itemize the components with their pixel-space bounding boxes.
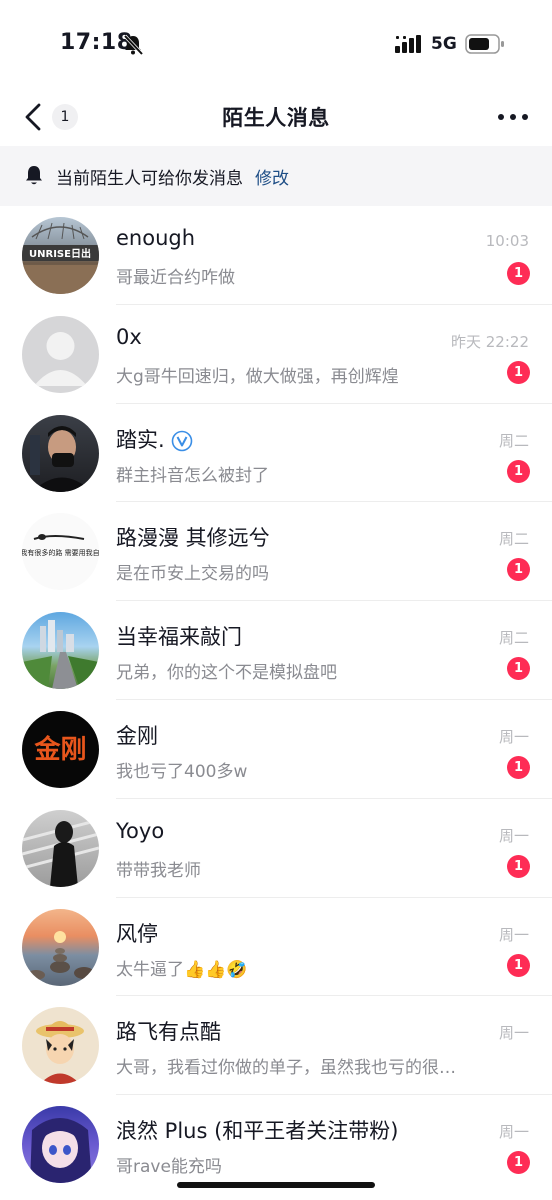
avatar: 金刚 xyxy=(22,710,99,788)
message-preview: 群主抖音怎么被封了 xyxy=(116,465,269,486)
contact-name: 金刚 xyxy=(116,723,158,748)
avatar xyxy=(22,315,99,393)
contact-name: 踏实. xyxy=(116,424,193,454)
avatar-image xyxy=(30,1118,92,1184)
more-options-icon[interactable] xyxy=(496,104,530,130)
contact-name: 0x xyxy=(116,324,142,349)
message-time: 周一 xyxy=(498,1123,529,1142)
contact-name: enough xyxy=(116,226,196,250)
message-row[interactable]: 0x 昨天 22:22 大g哥牛回速归，做大做强，再创辉煌 1 xyxy=(0,305,552,404)
default-avatar-icon xyxy=(34,331,87,386)
message-time: 周一 xyxy=(498,826,529,845)
message-preview: 大g哥牛回速归，做大做强，再创辉煌 xyxy=(116,366,399,387)
avatar-sign-text: UNRISE日出 xyxy=(29,247,91,260)
message-preview: 大哥，我看过你做的单子，虽然我也亏的很… xyxy=(116,1058,456,1079)
unread-badge: 1 xyxy=(507,558,530,582)
message-row[interactable]: 踏实. 周二 群主抖音怎么被封了 1 xyxy=(0,404,552,503)
unread-badge: 1 xyxy=(507,755,530,779)
avatar-image xyxy=(22,620,99,690)
avatar xyxy=(22,908,99,986)
contact-name-text: 踏实. xyxy=(116,427,165,452)
message-row[interactable]: 还生说我有很多的路 需要用我自己的话 路漫漫 其修远兮 周二 是在币安上交易的吗… xyxy=(0,502,552,602)
contact-name: 当幸福来敲门 xyxy=(116,625,242,650)
message-time: 周二 xyxy=(498,530,529,549)
bell-off-icon xyxy=(123,34,144,56)
avatar-caption: 还生说我有很多的路 需要用我自己的话 xyxy=(22,548,99,557)
unread-badge: 1 xyxy=(507,854,530,878)
message-preview: 是在币安上交易的吗 xyxy=(116,564,269,585)
signal-icon xyxy=(395,35,421,53)
message-row[interactable]: 当幸福来敲门 周二 兄弟，你的这个不是模拟盘吧 1 xyxy=(0,601,552,700)
stranger-notice-bar: 当前陌生人可给你发消息 修改 xyxy=(0,146,552,206)
avatar xyxy=(22,1106,99,1184)
message-time: 周二 xyxy=(498,431,529,450)
avatar-image xyxy=(30,425,92,492)
message-time: 周一 xyxy=(498,1024,529,1043)
message-row[interactable]: 路飞有点酷 周一 大哥，我看过你做的单子，虽然我也亏的很… xyxy=(0,996,552,1096)
message-time: 周一 xyxy=(498,727,529,746)
message-preview: 太牛逼了👍👍🤣 xyxy=(116,959,248,980)
status-bar: 17:18 5G xyxy=(0,0,552,90)
contact-name: 路飞有点酷 xyxy=(116,1020,221,1045)
avatar xyxy=(22,1007,99,1085)
unread-badge: 1 xyxy=(507,360,530,384)
bell-icon xyxy=(26,166,42,185)
avatar-image xyxy=(27,930,94,980)
avatar xyxy=(22,414,99,492)
message-time: 昨天 22:22 xyxy=(451,332,529,351)
battery-icon xyxy=(465,34,504,54)
contact-name: 浪然 Plus (和平王者关注带粉) xyxy=(116,1119,399,1144)
message-preview: 我也亏了400多w xyxy=(116,761,248,782)
home-indicator xyxy=(177,1182,375,1188)
message-row[interactable]: UNRISE日出 enough 10:03 哥最近合约咋做 1 xyxy=(0,206,552,305)
message-time: 10:03 xyxy=(485,232,529,250)
notice-text: 当前陌生人可给你发消息 xyxy=(56,169,243,189)
unread-badge: 1 xyxy=(507,459,530,483)
message-preview: 哥rave能充吗 xyxy=(116,1157,222,1178)
network-label: 5G xyxy=(431,34,457,54)
message-row[interactable]: Yoyo 周一 带带我老师 1 xyxy=(0,799,552,898)
avatar-image: 还生说我有很多的路 需要用我自己的话 xyxy=(22,534,99,557)
avatar: UNRISE日出 xyxy=(22,217,99,294)
nav-bar: 1 陌生人消息 xyxy=(0,90,552,146)
unread-badge: 1 xyxy=(507,657,530,681)
contact-name: 路漫漫 其修远兮 xyxy=(116,526,270,551)
avatar-image xyxy=(22,818,99,887)
contact-name: 风停 xyxy=(116,921,158,946)
message-preview: 兄弟，你的这个不是模拟盘吧 xyxy=(116,663,337,684)
avatar-calligraphy: 金刚 xyxy=(33,734,86,765)
unread-badge: 1 xyxy=(507,262,530,285)
avatar xyxy=(22,809,99,887)
message-row[interactable]: 金刚 金刚 周一 我也亏了400多w 1 xyxy=(0,700,552,799)
message-row[interactable]: 风停 周一 太牛逼了👍👍🤣 1 xyxy=(0,898,552,997)
unread-badge: 1 xyxy=(507,953,530,977)
avatar-image: UNRISE日出 xyxy=(22,222,99,294)
avatar-image xyxy=(36,1021,84,1085)
message-list: UNRISE日出 enough 10:03 哥最近合约咋做 1 0x 昨天 22… xyxy=(0,206,552,1194)
message-time: 周二 xyxy=(498,629,529,648)
message-time: 周一 xyxy=(498,925,529,944)
contact-name: Yoyo xyxy=(116,818,165,843)
unread-badge: 1 xyxy=(507,1151,530,1175)
verified-badge-icon xyxy=(171,430,192,451)
message-preview: 哥最近合约咋做 xyxy=(116,268,235,288)
message-row[interactable]: 浪然 Plus (和平王者关注带粉) 周一 哥rave能充吗 1 xyxy=(0,1095,552,1194)
avatar: 还生说我有很多的路 需要用我自己的话 xyxy=(22,513,99,591)
modify-link[interactable]: 修改 xyxy=(255,164,289,189)
message-preview: 带带我老师 xyxy=(116,860,201,881)
avatar-image: 金刚 xyxy=(33,734,86,765)
page-title: 陌生人消息 xyxy=(222,106,330,130)
avatar xyxy=(22,612,99,690)
